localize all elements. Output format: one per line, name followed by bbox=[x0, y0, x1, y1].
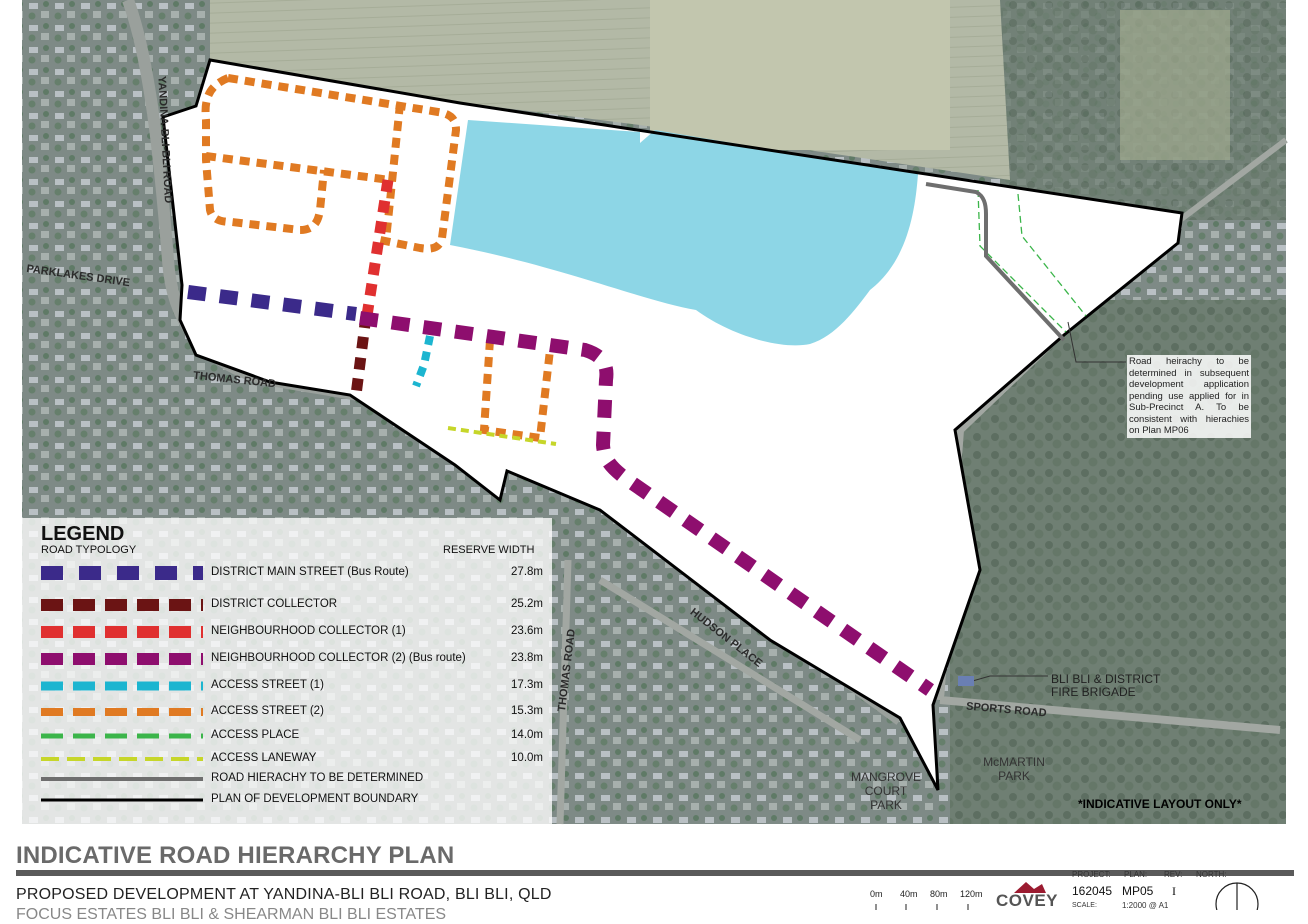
scale-tick-80: 80m bbox=[930, 889, 948, 899]
project-number: 162045 bbox=[1072, 884, 1113, 898]
legend-swatch-district-collector bbox=[41, 599, 203, 611]
rev-label: REV: bbox=[1164, 870, 1183, 879]
farm-paddock bbox=[650, 0, 950, 150]
legend-width: 14.0m bbox=[511, 729, 543, 741]
mangrove-park-label: MANGROVE COURT PARK bbox=[846, 770, 926, 812]
legend-row-boundary: PLAN OF DEVELOPMENT BOUNDARY bbox=[41, 791, 541, 809]
legend-reserve-header: RESERVE WIDTH bbox=[443, 544, 535, 556]
legend-row-access-street-2: ACCESS STREET (2) 15.3m bbox=[41, 703, 543, 721]
legend-label: ROAD HIERACHY TO BE DETERMINED bbox=[211, 772, 424, 784]
scale-tick-0: 0m bbox=[870, 889, 883, 899]
legend-row-access-place: ACCESS PLACE 14.0m bbox=[41, 727, 543, 745]
scale-tick-40: 40m bbox=[900, 889, 918, 899]
legend-title: LEGEND bbox=[41, 523, 125, 545]
revision: I bbox=[1172, 884, 1176, 898]
legend-label: PLAN OF DEVELOPMENT BOUNDARY bbox=[211, 793, 419, 805]
scale-value: 1:2000 @ A1 bbox=[1122, 901, 1169, 910]
plan-title: INDICATIVE ROAD HIERARCHY PLAN bbox=[16, 842, 455, 869]
plan-subtitle-2: FOCUS ESTATES BLI BLI & SHEARMAN BLI BLI… bbox=[16, 906, 447, 923]
fire-brigade-label: BLI BLI & DISTRICT FIRE BRIGADE bbox=[1051, 673, 1160, 699]
legend-swatch-access-place bbox=[41, 733, 203, 739]
plan-number: MP05 bbox=[1122, 884, 1154, 898]
legend-swatch-boundary bbox=[41, 798, 203, 802]
legend-row-access-laneway: ACCESS LANEWAY 10.0m bbox=[41, 750, 543, 768]
legend-width: 23.8m bbox=[511, 652, 543, 664]
mangrove-line3: PARK bbox=[870, 798, 902, 812]
legend-swatch-neighbourhood-collector-2 bbox=[41, 653, 203, 665]
legend-width: 15.3m bbox=[511, 705, 543, 717]
legend-label: ACCESS STREET (1) bbox=[211, 679, 324, 691]
scale-tick-120: 120m bbox=[960, 889, 983, 899]
legend-label: ACCESS STREET (2) bbox=[211, 705, 324, 717]
scale-bar bbox=[875, 904, 969, 910]
mangrove-line1: MANGROVE bbox=[850, 770, 921, 784]
legend-swatch-neighbourhood-collector-1 bbox=[41, 626, 203, 638]
covey-logo-text: COVEY bbox=[996, 891, 1059, 910]
plan-subtitle: PROPOSED DEVELOPMENT AT YANDINA-BLI BLI … bbox=[16, 886, 552, 903]
legend-width: 25.2m bbox=[511, 598, 543, 610]
legend-width: 10.0m bbox=[511, 752, 543, 764]
mcmartin-line2: PARK bbox=[998, 769, 1030, 783]
legend-width: 23.6m bbox=[511, 625, 543, 637]
scale-label: SCALE: bbox=[1072, 902, 1097, 909]
legend: LEGEND ROAD TYPOLOGY RESERVE WIDTH DISTR… bbox=[22, 518, 552, 824]
legend-swatch-district-main-street bbox=[41, 566, 203, 580]
legend-row-access-street-1: ACCESS STREET (1) 17.3m bbox=[41, 677, 543, 695]
mangrove-line2: COURT bbox=[864, 784, 908, 798]
mcmartin-line1: McMARTIN bbox=[983, 755, 1045, 769]
north-label: NORTH: bbox=[1196, 870, 1227, 879]
project-label: PROJECT: bbox=[1072, 870, 1111, 879]
legend-row-district-main-street: DISTRICT MAIN STREET (Bus Route) 27.8m bbox=[41, 564, 543, 582]
fire-brigade-line2: FIRE BRIGADE bbox=[1051, 685, 1136, 699]
legend-label: DISTRICT COLLECTOR bbox=[211, 598, 338, 610]
legend-swatch-road-tbd bbox=[41, 777, 203, 781]
north-arrow-icon bbox=[1215, 882, 1259, 910]
legend-row-district-collector: DISTRICT COLLECTOR 25.2m bbox=[41, 596, 543, 614]
legend-row-neighbourhood-collector-2: NEIGHBOURHOOD COLLECTOR (2) (Bus route) … bbox=[41, 650, 543, 668]
legend-label: ACCESS PLACE bbox=[211, 729, 300, 741]
legend-label: DISTRICT MAIN STREET (Bus Route) bbox=[211, 566, 409, 578]
plan-label: PLAN: bbox=[1124, 870, 1148, 879]
road-hierarchy-note: Road heirachy to be determined in subseq… bbox=[1127, 355, 1251, 438]
legend-label: NEIGHBOURHOOD COLLECTOR (1) bbox=[211, 625, 406, 637]
legend-subtitle: ROAD TYPOLOGY bbox=[41, 544, 137, 556]
mcmartin-park-label: McMARTIN PARK bbox=[976, 755, 1052, 783]
legend-width: 27.8m bbox=[511, 566, 543, 578]
indicative-layout-label: *INDICATIVE LAYOUT ONLY* bbox=[1078, 797, 1242, 811]
legend-label: NEIGHBOURHOOD COLLECTOR (2) (Bus route) bbox=[211, 652, 466, 664]
legend-label: ACCESS LANEWAY bbox=[211, 752, 317, 764]
fire-station bbox=[958, 676, 974, 686]
legend-width: 17.3m bbox=[511, 679, 543, 691]
legend-swatch-access-street-2 bbox=[41, 708, 203, 716]
legend-row-road-tbd: ROAD HIERACHY TO BE DETERMINED bbox=[41, 770, 541, 788]
legend-row-neighbourhood-collector-1: NEIGHBOURHOOD COLLECTOR (1) 23.6m bbox=[41, 623, 543, 641]
legend-swatch-access-street-1 bbox=[41, 681, 203, 691]
legend-swatch-access-laneway bbox=[41, 757, 203, 761]
